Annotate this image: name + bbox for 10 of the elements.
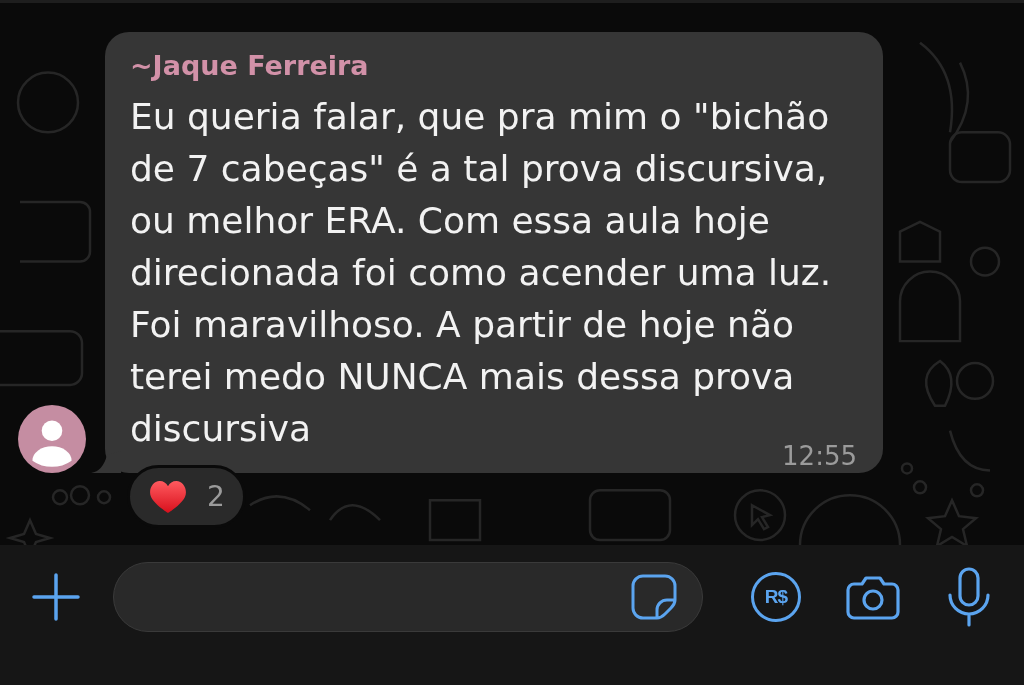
avatar-icon[interactable] xyxy=(18,405,86,473)
sender-name: ~Jaque Ferreira xyxy=(130,49,369,83)
reaction-count: 2 xyxy=(207,480,225,513)
sticker-icon[interactable] xyxy=(631,574,677,620)
plus-icon xyxy=(32,573,80,621)
microphone-icon[interactable] xyxy=(946,567,992,627)
payment-button[interactable]: R$ xyxy=(751,572,801,622)
reaction-pill[interactable]: 2 xyxy=(127,465,246,528)
heart-icon xyxy=(149,479,187,514)
camera-icon[interactable] xyxy=(846,576,900,620)
